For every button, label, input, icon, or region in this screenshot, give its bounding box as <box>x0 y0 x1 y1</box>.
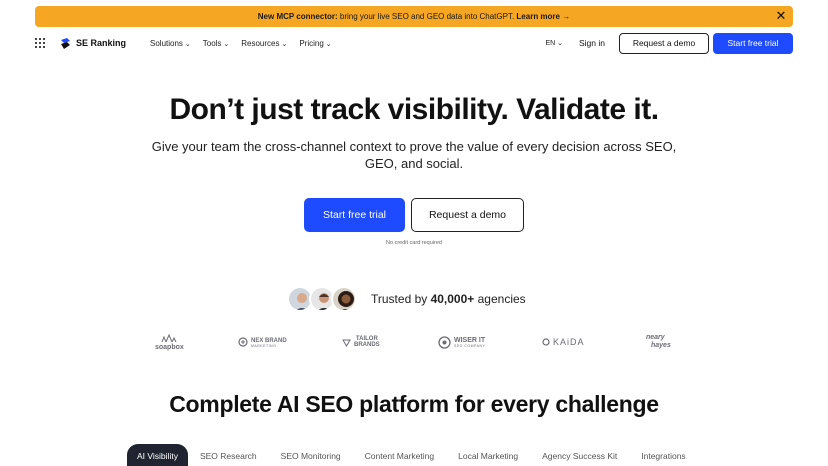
hayes-text: hayes <box>651 342 671 349</box>
client-logos: soapbox NEX BRAND MARKETING TAILOR BRANDS … <box>150 330 690 354</box>
trusted-suffix: agencies <box>474 292 526 306</box>
avatar <box>331 286 357 312</box>
sign-in-link[interactable]: Sign in <box>579 38 605 48</box>
avatar-group <box>287 286 357 312</box>
menu-item-tools[interactable]: Tools <box>203 39 230 48</box>
tab-local-marketing[interactable]: Local Marketing <box>446 444 530 466</box>
brands-text: BRANDS <box>354 342 380 348</box>
trusted-by: Trusted by 40,000+ agencies <box>287 285 526 313</box>
nex-brand-text: NEX BRAND <box>251 337 287 344</box>
close-icon[interactable]: ✕ <box>774 9 788 23</box>
trusted-prefix: Trusted by <box>371 292 431 306</box>
tailor-brands-logo: TAILOR BRANDS <box>342 330 380 354</box>
menu-item-solutions[interactable]: Solutions <box>150 39 191 48</box>
tab-ai-visibility[interactable]: AI Visibility <box>127 444 188 466</box>
wiser-mark-icon <box>438 335 451 349</box>
feature-tabs: AI Visibility SEO Research SEO Monitorin… <box>127 444 698 466</box>
trusted-count: 40,000+ <box>430 292 475 306</box>
hero-subtitle: Give your team the cross-channel context… <box>151 139 677 171</box>
menu-item-resources[interactable]: Resources <box>241 39 287 48</box>
neary-hayes-logo: neary hayes <box>646 330 671 354</box>
tailor-mark-icon <box>342 339 351 347</box>
hero-request-demo-button[interactable]: Request a demo <box>411 198 524 232</box>
banner-bold-text: New MCP connector: <box>257 12 338 21</box>
kaida-logo: KAiDA <box>542 330 585 354</box>
banner-body-text: bring your live SEO and GEO data into Ch… <box>337 12 517 21</box>
trusted-text: Trusted by 40,000+ agencies <box>371 292 526 306</box>
section-title: Complete AI SEO platform for every chall… <box>169 391 659 417</box>
logo-icon <box>61 37 70 49</box>
neary-text: neary <box>646 334 665 341</box>
hero-title: Don’t just track visibility. Validate it… <box>169 93 659 126</box>
nav-actions: EN ⌄ Sign in Request a demo Start free t… <box>545 32 793 54</box>
wiser-subtext: SEO COMPANY <box>454 343 486 348</box>
wiser-it-logo: WISER IT SEO COMPANY <box>438 330 485 354</box>
language-selector[interactable]: EN ⌄ <box>545 39 563 47</box>
tab-seo-monitoring[interactable]: SEO Monitoring <box>269 444 353 466</box>
tab-integrations[interactable]: Integrations <box>629 444 697 466</box>
nex-brand-logo: NEX BRAND MARKETING <box>238 330 287 354</box>
announcement-banner[interactable]: New MCP connector: bring your live SEO a… <box>35 6 793 27</box>
wiser-text: WISER IT <box>454 336 486 344</box>
apps-grid-icon[interactable] <box>35 38 45 48</box>
logo[interactable]: SE Ranking <box>59 37 126 50</box>
tab-content-marketing[interactable]: Content Marketing <box>353 444 446 466</box>
soapbox-text: soapbox <box>155 343 184 351</box>
nex-brand-mark-icon <box>238 337 248 347</box>
soapbox-mark-icon <box>161 333 177 342</box>
hero-start-trial-button[interactable]: Start free trial <box>304 198 405 232</box>
banner-learn-more-link[interactable]: Learn more → <box>516 12 570 21</box>
no-credit-card-note: No credit card required <box>386 240 442 246</box>
top-navigation: SE Ranking Solutions Tools Resources Pri… <box>35 32 793 54</box>
soapbox-logo: soapbox <box>155 330 184 354</box>
banner-text: New MCP connector: bring your live SEO a… <box>258 12 570 21</box>
kaida-mark-icon <box>542 338 550 346</box>
nex-brand-subtext: MARKETING <box>251 343 277 348</box>
request-demo-button[interactable]: Request a demo <box>619 32 709 54</box>
kaida-text: KAiDA <box>553 337 585 347</box>
main-menu: Solutions Tools Resources Pricing <box>150 39 332 48</box>
tab-agency-success-kit[interactable]: Agency Success Kit <box>530 444 629 466</box>
start-trial-button[interactable]: Start free trial <box>713 32 793 54</box>
logo-text: SE Ranking <box>76 38 127 48</box>
tab-seo-research[interactable]: SEO Research <box>188 444 269 466</box>
menu-item-pricing[interactable]: Pricing <box>299 39 331 48</box>
